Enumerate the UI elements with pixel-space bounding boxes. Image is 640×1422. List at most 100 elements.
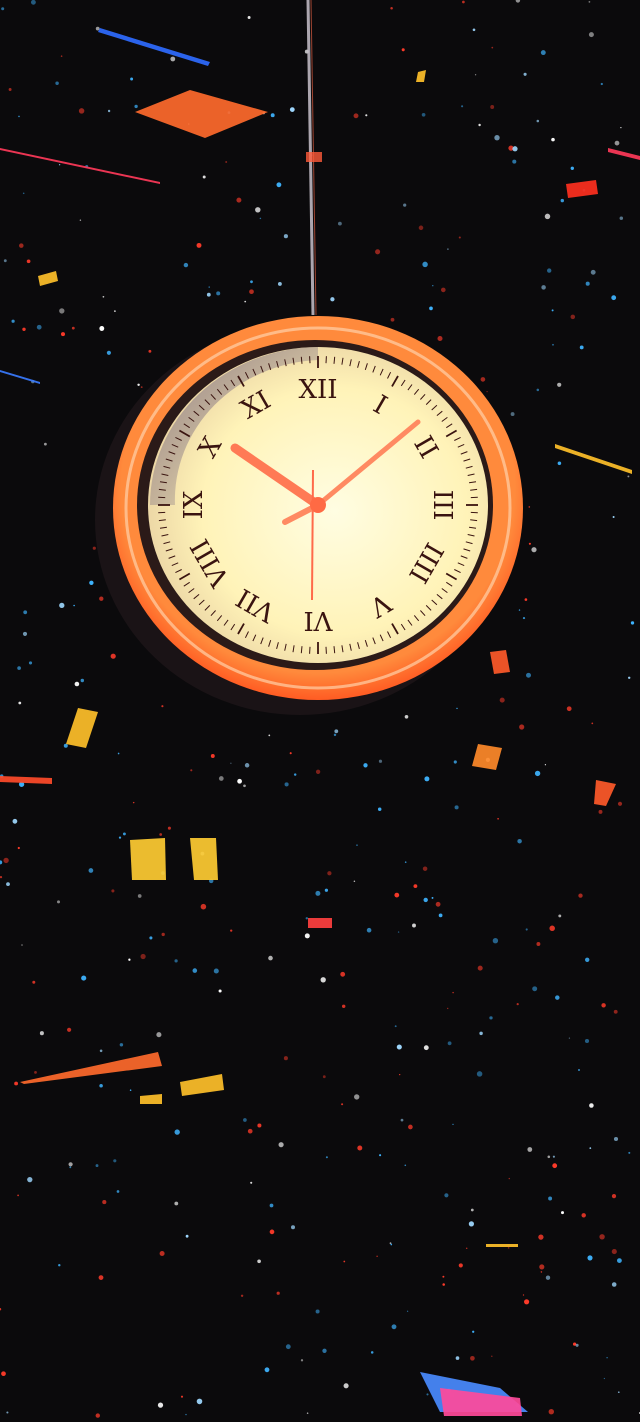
star	[438, 913, 443, 918]
star	[325, 1156, 328, 1159]
star	[413, 884, 418, 889]
star	[499, 697, 505, 703]
star	[611, 1249, 617, 1255]
star	[477, 965, 483, 971]
star	[442, 1275, 445, 1278]
star	[357, 1145, 363, 1151]
star	[516, 1003, 519, 1006]
scene: XII IIIIIIIIIIVVIVIIVIIIIXXXI	[0, 0, 640, 1422]
star	[122, 832, 126, 836]
star	[213, 968, 219, 974]
star	[589, 1103, 594, 1108]
star	[236, 197, 242, 203]
star	[140, 386, 143, 389]
star	[341, 1004, 346, 1009]
minute-tick	[300, 356, 303, 364]
star	[79, 219, 82, 221]
star	[429, 306, 433, 311]
star	[570, 314, 576, 320]
star	[304, 933, 310, 939]
star	[8, 88, 12, 91]
star	[512, 159, 517, 164]
star	[555, 995, 560, 1000]
star	[137, 894, 142, 898]
star	[447, 248, 449, 250]
numeral-iii: III	[427, 490, 457, 521]
star	[544, 764, 547, 766]
star	[394, 892, 400, 898]
star	[322, 1348, 327, 1353]
star	[315, 769, 321, 774]
star	[408, 1124, 413, 1130]
star	[68, 1162, 73, 1167]
star	[250, 1181, 253, 1184]
star	[536, 119, 540, 123]
star	[531, 547, 537, 553]
star	[539, 1264, 545, 1270]
star	[59, 602, 65, 609]
star	[353, 113, 359, 119]
star	[99, 1049, 103, 1053]
star	[548, 1409, 554, 1415]
star	[523, 72, 527, 76]
star	[396, 1044, 402, 1050]
star	[486, 390, 488, 393]
star	[390, 6, 393, 10]
star	[578, 1069, 580, 1071]
star	[324, 888, 329, 892]
star	[185, 1413, 187, 1416]
star	[422, 866, 428, 871]
star	[404, 715, 409, 719]
star	[544, 213, 551, 220]
numeral-vi: VI	[303, 605, 333, 635]
star	[250, 280, 253, 284]
star	[305, 917, 308, 920]
star	[22, 192, 25, 195]
star	[157, 1402, 164, 1408]
star	[60, 332, 66, 337]
star	[330, 297, 335, 302]
star	[113, 1159, 117, 1163]
star	[210, 754, 215, 758]
star	[230, 929, 233, 932]
star	[479, 1031, 483, 1036]
star	[28, 661, 33, 665]
star	[566, 706, 572, 712]
star	[404, 861, 407, 863]
star	[552, 343, 554, 346]
star	[89, 580, 94, 585]
star	[95, 26, 100, 31]
star	[397, 931, 400, 933]
star	[291, 1225, 295, 1230]
star	[452, 1123, 454, 1126]
star	[132, 801, 135, 804]
star	[492, 938, 499, 944]
star	[206, 292, 211, 297]
light-fragment	[308, 918, 332, 928]
star	[192, 968, 198, 973]
star	[551, 137, 555, 142]
star	[599, 1234, 605, 1240]
star	[81, 975, 87, 981]
star	[283, 234, 288, 239]
star	[547, 268, 552, 273]
star	[19, 243, 24, 248]
star	[14, 1081, 19, 1086]
star	[540, 1271, 543, 1273]
star	[507, 1247, 510, 1249]
star	[340, 971, 346, 977]
star	[522, 1294, 525, 1296]
star	[43, 442, 47, 446]
star	[283, 1056, 288, 1061]
star	[264, 1367, 270, 1373]
star	[454, 805, 459, 810]
star	[446, 1007, 449, 1010]
star	[95, 1164, 99, 1168]
star	[524, 1299, 530, 1305]
star	[528, 542, 531, 545]
star	[134, 104, 138, 109]
star	[240, 1294, 244, 1298]
star	[322, 1075, 326, 1079]
star	[423, 897, 428, 903]
star	[589, 1147, 592, 1149]
